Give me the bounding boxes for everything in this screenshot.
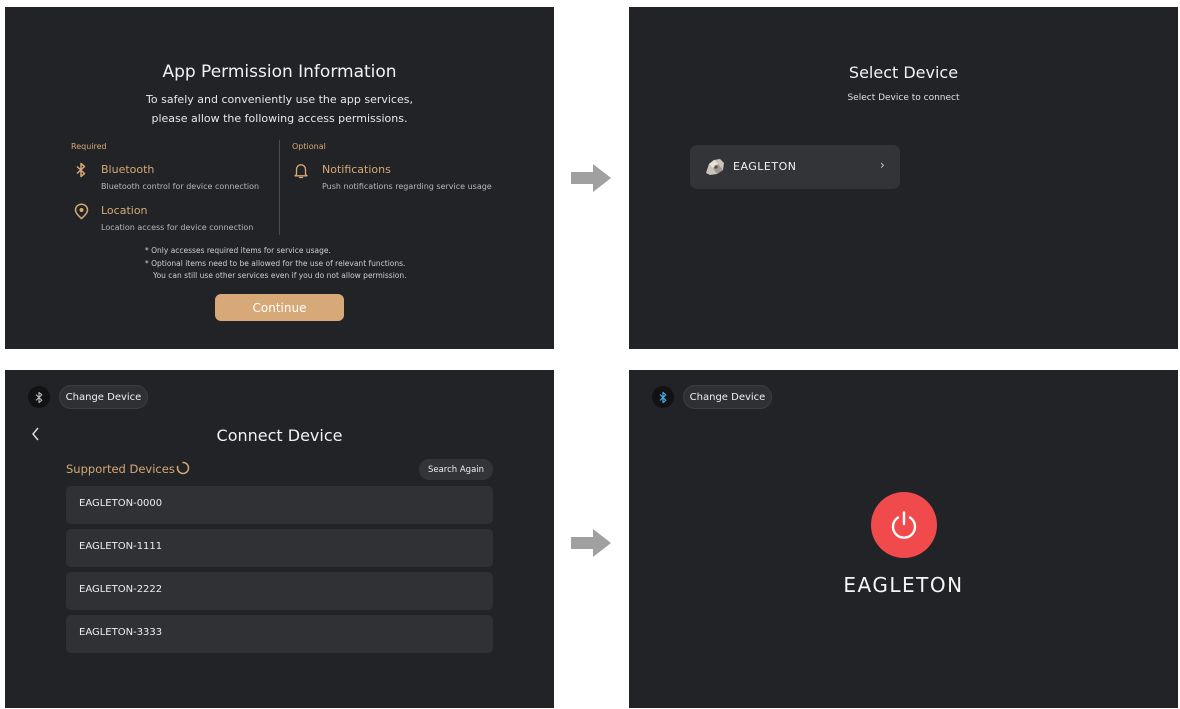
perm-notifications-name: Notifications xyxy=(322,163,391,176)
connected-device-name: EAGLETON xyxy=(843,573,964,597)
perm-bluetooth-desc: Bluetooth control for device connection xyxy=(101,182,260,191)
perm-notifications-desc: Push notifications regarding service usa… xyxy=(322,182,492,191)
device-list-item-name: EAGLETON-3333 xyxy=(79,627,163,638)
device-list-item-name: EAGLETON-1111 xyxy=(79,541,163,552)
permission-description-line1: To safely and conveniently use the app s… xyxy=(146,93,413,106)
permission-title: App Permission Information xyxy=(162,62,397,82)
perm-bluetooth-name: Bluetooth xyxy=(101,163,155,176)
change-device-button[interactable]: Change Device xyxy=(59,385,148,409)
bluetooth-icon xyxy=(35,391,43,403)
device-list-item-name: EAGLETON-2222 xyxy=(79,584,163,595)
continue-button[interactable]: Continue xyxy=(215,294,344,321)
connect-device-title: Connect Device xyxy=(216,426,343,445)
change-device-button[interactable]: Change Device xyxy=(683,385,772,409)
select-device-title: Select Device xyxy=(848,63,959,82)
bluetooth-status-button[interactable] xyxy=(652,386,674,408)
device-list-item[interactable]: EAGLETON-1111 xyxy=(66,529,493,567)
device-card[interactable]: EAGLETON › xyxy=(690,145,900,189)
chevron-right-icon: › xyxy=(880,158,885,172)
location-icon xyxy=(74,203,89,220)
power-button[interactable] xyxy=(871,492,937,558)
device-thumbnail-icon xyxy=(706,159,724,175)
device-list-item[interactable]: EAGLETON-3333 xyxy=(66,615,493,653)
device-list-item[interactable]: EAGLETON-0000 xyxy=(66,486,493,524)
flow-arrow-icon xyxy=(571,164,611,192)
permission-description-line2: please allow the following access permis… xyxy=(151,112,408,125)
connected-device-screen: Change Device EAGLETON xyxy=(629,370,1178,708)
select-device-screen: Select Device Select Device to connect E… xyxy=(629,7,1178,349)
note-line: * Only accesses required items for servi… xyxy=(145,246,331,255)
bluetooth-status-button[interactable] xyxy=(28,386,50,408)
optional-label: Optional xyxy=(292,142,326,151)
device-card-name: EAGLETON xyxy=(733,160,797,173)
loading-spinner-icon xyxy=(176,461,190,475)
flow-arrow-icon xyxy=(571,529,611,557)
bell-icon xyxy=(294,164,308,179)
bluetooth-icon xyxy=(76,162,86,178)
bluetooth-icon xyxy=(659,391,667,403)
search-again-button[interactable]: Search Again xyxy=(419,459,493,480)
connect-device-screen: Change Device Connect Device Supported D… xyxy=(5,370,554,708)
supported-devices-label: Supported Devices xyxy=(66,462,175,476)
permission-screen: App Permission Information To safely and… xyxy=(5,7,554,349)
perm-location-desc: Location access for device connection xyxy=(101,223,254,232)
perm-location-name: Location xyxy=(101,204,148,217)
required-label: Required xyxy=(71,142,107,151)
note-line: You can still use other services even if… xyxy=(153,271,407,280)
power-icon xyxy=(891,511,917,539)
select-device-subtitle: Select Device to connect xyxy=(847,93,960,103)
device-list-item[interactable]: EAGLETON-2222 xyxy=(66,572,493,610)
permission-divider xyxy=(279,140,280,235)
note-line: * Optional items need to be allowed for … xyxy=(145,259,406,268)
device-list-item-name: EAGLETON-0000 xyxy=(79,498,163,509)
